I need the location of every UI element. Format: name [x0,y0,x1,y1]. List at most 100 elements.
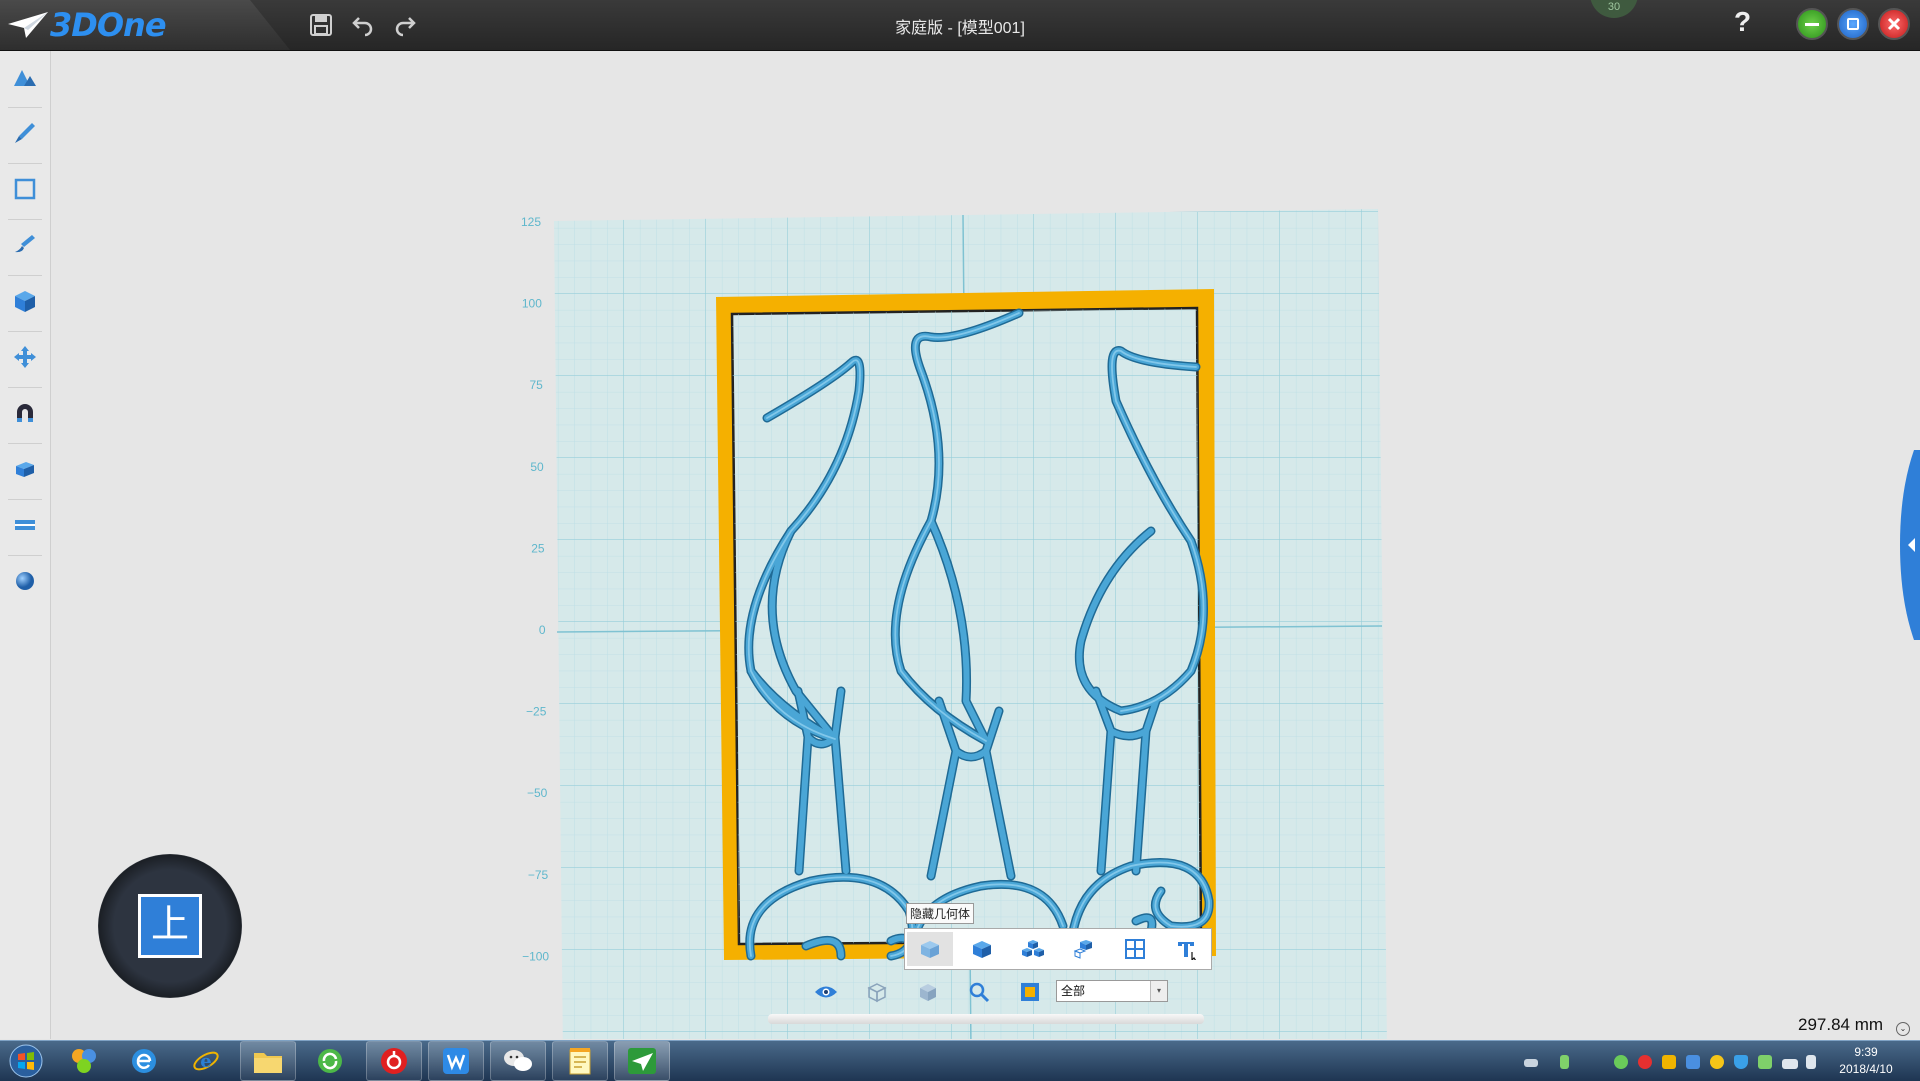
refresh-green-icon [318,1049,342,1073]
taskbar-netease-music[interactable] [366,1041,422,1081]
grid-toggle-button[interactable] [1112,932,1158,966]
hide-geometry-icon [921,941,939,958]
y-tick-label: 75 [529,378,543,392]
text-display-button[interactable] [1163,932,1209,966]
network-tray-icon[interactable] [1782,1059,1798,1069]
y-tick-label: −50 [527,786,548,800]
move-arrows-icon [14,346,36,368]
move-tool[interactable] [5,337,45,377]
visibility-button[interactable] [812,978,840,1006]
isolate-button[interactable] [1061,932,1107,966]
bottom-toolbar-shelf [768,1014,1204,1024]
basic-solid-tool[interactable] [5,57,45,97]
selection-filter-value: 全部 [1061,984,1086,998]
taskbar-ie[interactable]: e [178,1041,234,1081]
help-button[interactable]: ? [1734,6,1751,38]
music-tray-icon[interactable] [1638,1055,1652,1069]
wireframe-view-button[interactable] [863,978,891,1006]
show-geometry-icon [973,941,991,958]
stack-icon [16,462,34,477]
taskbar-app-1[interactable] [56,1041,112,1081]
wechat-icon [504,1050,532,1071]
y-tick-label: −100 [522,949,549,963]
measurement-dropdown[interactable]: ⌄ [1896,1022,1910,1036]
y-tick-label: 25 [531,541,545,555]
wechat-tray-icon[interactable] [1614,1055,1628,1069]
measurement-readout: 297.84 mm [1798,1015,1884,1034]
clock-time: 9:39 [1854,1045,1878,1059]
left-toolbar [0,51,51,1039]
battery-tray-icon[interactable] [1560,1055,1569,1069]
view-cube-top-face[interactable]: 上 [138,894,202,958]
security-tray-icon[interactable] [1686,1055,1700,1069]
scene-canvas[interactable]: 125 100 75 50 25 0 −25 −50 −75 −100 [51,51,1920,1039]
feature-modeling-tool[interactable] [5,225,45,265]
chevron-down-icon[interactable]: ▾ [1150,981,1167,1001]
grid-icon [1125,939,1145,959]
browser-e-icon [132,1049,156,1073]
sketch-tool[interactable] [5,113,45,153]
basic-shapes-icon [14,70,36,86]
measure-tool[interactable] [5,505,45,545]
taskbar-explorer[interactable] [240,1041,296,1081]
app-tray-icon[interactable] [1710,1055,1724,1069]
combine-tool[interactable] [5,393,45,433]
y-tick-label: 50 [530,460,544,474]
restore-icon [1847,18,1859,30]
keyboard-tray-icon[interactable] [1524,1059,1538,1067]
view-cube[interactable]: 上 [98,854,242,998]
volume-tray-icon[interactable] [1806,1055,1816,1069]
special-function-tool[interactable] [5,281,45,321]
colorful-app-icon [72,1049,96,1073]
taskbar-3done[interactable] [614,1041,670,1081]
square-sketch-icon [14,178,36,200]
close-button[interactable] [1878,8,1910,40]
minimize-icon [1805,23,1819,26]
magnet-icon [17,404,33,422]
taskbar-wps[interactable] [428,1041,484,1081]
show-geometry-button[interactable] [959,932,1005,966]
display-mini-toolbar [904,928,1212,970]
windows-orb-icon [9,1044,43,1078]
notepad-icon [569,1048,591,1075]
right-panel-toggle[interactable] [1896,450,1920,640]
update-tray-icon[interactable] [1758,1055,1772,1069]
view-sphere-tool[interactable] [5,561,45,601]
y-tick-label: 0 [539,623,546,637]
zoom-button[interactable] [965,978,993,1006]
show-all-icon [1022,940,1044,957]
wps-writer-icon [443,1048,469,1074]
minimize-button[interactable] [1796,8,1828,40]
y-tick-label: −25 [526,705,547,719]
3done-plane-icon [628,1048,656,1074]
taskbar-app-2[interactable] [116,1041,172,1081]
view-bottom-toolbar: 全部 ▾ [800,974,1190,1010]
isolate-icon [1073,940,1092,959]
taskbar-notepad[interactable] [552,1041,608,1081]
title-bar: 3DOne 家庭版 - [模型001] 30 ? [0,0,1920,51]
fit-view-button[interactable] [1016,978,1044,1006]
ruler-icon [15,520,35,530]
magnifier-icon [969,982,990,1003]
y-tick-label: 125 [521,215,541,229]
selection-filter-select[interactable]: 全部 ▾ [1056,980,1168,1002]
shaded-cube-icon [920,984,936,1001]
shaded-view-button[interactable] [914,978,942,1006]
3d-viewport[interactable]: 125 100 75 50 25 0 −25 −50 −75 −100 [51,51,1920,1039]
sketch-edit-tool[interactable] [5,169,45,209]
y-tick-label: 100 [522,297,542,311]
taskbar-clock[interactable]: 9:39 2018/4/10 [1826,1044,1906,1078]
qq-tray-icon[interactable] [1662,1055,1676,1069]
y-tick-label: −75 [528,868,549,882]
hide-geometry-button[interactable] [907,932,953,966]
material-render-tool[interactable] [5,449,45,489]
y-axis-tick-labels: 125 100 75 50 25 0 −25 −50 −75 −100 [521,215,549,963]
taskbar-wechat[interactable] [490,1041,546,1081]
maximize-button[interactable] [1837,8,1869,40]
show-all-button[interactable] [1010,932,1056,966]
shield-tray-icon[interactable] [1734,1055,1748,1069]
text-icon [1178,942,1197,960]
window-title: 家庭版 - [模型001] [895,20,1025,37]
start-button[interactable] [0,1041,52,1081]
taskbar-app-3[interactable] [302,1041,358,1081]
